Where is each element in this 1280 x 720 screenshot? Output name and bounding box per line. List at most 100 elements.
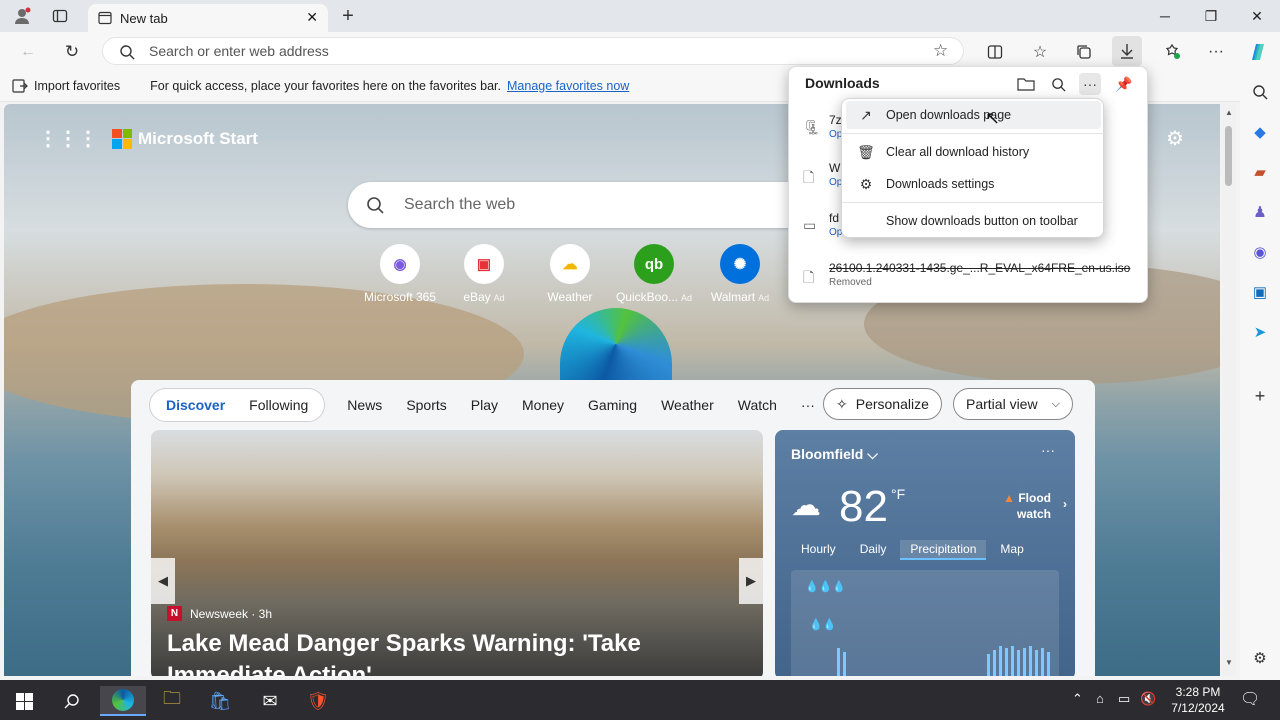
weather-icon: ☁ (550, 244, 590, 284)
quick-link-walmart[interactable]: ✺ Walmart Ad (698, 244, 782, 304)
network-icon[interactable]: ▭ (1118, 691, 1130, 707)
weather-tab-daily[interactable]: Daily (850, 540, 897, 560)
sidebar-settings-icon[interactable]: ⚙ (1248, 646, 1272, 670)
weather-card[interactable]: Bloomfield ⌵ ··· ☁ 82 °F ▲ Flood watch ›… (775, 430, 1075, 676)
quick-link-weather[interactable]: ☁ Weather (528, 244, 612, 304)
pin-icon[interactable]: 📌 (1113, 73, 1135, 95)
sidebar-drop-icon[interactable]: ➤ (1248, 320, 1272, 344)
open-downloads-page-item[interactable]: ↗ Open downloads page (846, 101, 1101, 129)
favorites-icon[interactable]: ☆ (1028, 40, 1052, 64)
scrollbar-thumb[interactable] (1225, 126, 1232, 186)
sidebar-search-icon[interactable] (1248, 80, 1272, 104)
precipitation-bar (993, 650, 996, 676)
close-tab-icon[interactable]: ✕ (306, 9, 318, 26)
start-button[interactable] (4, 686, 44, 716)
taskbar-edge-icon[interactable] (100, 686, 146, 716)
download-item[interactable]: 🗋 26100.1.240331-1435.ge_...R_EVAL_x64FR… (803, 259, 1133, 299)
brand-name[interactable]: Microsoft Start (138, 129, 258, 149)
notifications-icon[interactable]: 🗨 (1240, 689, 1260, 709)
weather-location[interactable]: Bloomfield ⌵ (791, 446, 878, 463)
sidebar-shopping-icon[interactable]: ◆ (1248, 120, 1272, 144)
layout-view-dropdown[interactable]: Partial view ⌵ (953, 388, 1073, 420)
scroll-up-icon[interactable]: ▲ (1225, 108, 1233, 117)
tab-discover[interactable]: Discover (154, 397, 237, 413)
weather-tab-map[interactable]: Map (990, 540, 1033, 560)
quick-link-quickbooks[interactable]: qb QuickBoo... Ad (612, 244, 696, 304)
open-folder-icon[interactable] (1015, 73, 1037, 95)
scroll-down-icon[interactable]: ▼ (1225, 658, 1233, 667)
copilot-icon[interactable] (1246, 40, 1270, 64)
title-bar: New tab ✕ + ─ ❐ ✕ (0, 0, 1280, 32)
import-favorites-button[interactable]: Import favorites (12, 79, 120, 93)
tab-actions-icon[interactable] (50, 6, 70, 26)
web-search-box[interactable]: Search the web (348, 182, 818, 228)
category-sports[interactable]: Sports (394, 397, 458, 413)
precipitation-bar (1011, 646, 1014, 676)
taskbar-mail-icon[interactable]: ✉ (250, 686, 290, 716)
restore-button[interactable]: ❐ (1188, 4, 1234, 28)
taskbar-search-icon[interactable] (52, 686, 92, 716)
close-window-button[interactable]: ✕ (1234, 4, 1280, 28)
back-button[interactable]: ← (16, 40, 40, 64)
show-downloads-button-item[interactable]: Show downloads button on toolbar (846, 207, 1101, 235)
ad-label: Ad (758, 293, 770, 303)
volume-muted-icon[interactable]: 🔇 (1140, 691, 1156, 707)
taskbar-store-icon[interactable]: 🛍 (200, 686, 240, 716)
carousel-prev-button[interactable]: ◀ (151, 558, 175, 604)
quickbooks-icon: qb (634, 244, 674, 284)
new-tab-button[interactable]: + (338, 5, 358, 27)
page-scrollbar[interactable]: ▲ ▼ (1222, 104, 1236, 676)
tab-following[interactable]: Following (237, 397, 320, 413)
quick-link-ebay[interactable]: ▣ eBay Ad (442, 244, 526, 304)
category-watch[interactable]: Watch (726, 397, 789, 413)
tray-device-icon[interactable]: ⌂ (1096, 691, 1104, 706)
show-hidden-icons-icon[interactable]: ⌃ (1072, 691, 1083, 707)
profile-icon[interactable] (12, 6, 32, 26)
downloads-settings-item[interactable]: ⚙ Downloads settings (846, 170, 1101, 198)
carousel-next-button[interactable]: ▶ (739, 558, 763, 604)
category-news[interactable]: News (335, 397, 394, 413)
collections-icon[interactable] (1072, 40, 1096, 64)
refresh-button[interactable]: ↻ (60, 40, 84, 64)
manage-favorites-link[interactable]: Manage favorites now (507, 79, 629, 93)
address-bar[interactable]: Search or enter web address ☆ (102, 37, 964, 65)
category-money[interactable]: Money (510, 397, 576, 413)
apps-launcher-icon[interactable]: ⋮⋮⋮ (38, 126, 98, 151)
system-clock[interactable]: 3:28 PM 7/12/2024 (1160, 684, 1236, 716)
news-feed: Discover Following News Sports Play Mone… (131, 380, 1095, 676)
weather-tab-hourly[interactable]: Hourly (791, 540, 846, 560)
category-gaming[interactable]: Gaming (576, 397, 649, 413)
taskbar-file-explorer-icon[interactable]: 🗀 (152, 686, 192, 716)
navigation-toolbar: ← ↻ Search or enter web address ☆ ☆ ··· (0, 32, 1280, 70)
clear-download-history-item[interactable]: 🗑 Clear all download history (846, 138, 1101, 166)
open-external-icon: ↗ (860, 106, 872, 123)
tab-new-tab[interactable]: New tab ✕ (88, 4, 328, 32)
downloads-button[interactable] (1112, 36, 1142, 66)
weather-more-icon[interactable]: ··· (1041, 442, 1055, 458)
sidebar-outlook-icon[interactable]: ▣ (1248, 280, 1272, 304)
more-categories-button[interactable]: ··· (789, 397, 827, 413)
weather-tab-precipitation[interactable]: Precipitation (900, 540, 987, 560)
minimize-button[interactable]: ─ (1142, 4, 1188, 28)
favorite-star-icon[interactable]: ☆ (933, 41, 948, 61)
more-options-icon[interactable]: ··· (1204, 40, 1228, 64)
page-settings-icon[interactable]: ⚙ (1166, 126, 1184, 151)
sidebar-microsoft-365-icon[interactable]: ◉ (1248, 240, 1272, 264)
split-screen-icon[interactable] (983, 40, 1007, 64)
personalize-button[interactable]: ✧ Personalize (823, 388, 942, 420)
quick-link-microsoft-365[interactable]: ◉ Microsoft 365 (358, 244, 442, 304)
category-play[interactable]: Play (459, 397, 510, 413)
downloads-more-icon[interactable]: ··· (1079, 73, 1101, 95)
article-card[interactable]: ◀ ▶ N Newsweek · 3h Lake Mead Danger Spa… (151, 430, 763, 676)
weather-unit: °F (891, 486, 906, 502)
search-downloads-icon[interactable] (1047, 73, 1069, 95)
menu-item-label: Clear all download history (886, 145, 1030, 159)
article-headline[interactable]: Lake Mead Danger Sparks Warning: 'Take I… (167, 628, 757, 676)
browser-essentials-icon[interactable] (1160, 40, 1184, 64)
sidebar-tools-icon[interactable]: ▰ (1248, 160, 1272, 184)
taskbar-brave-icon[interactable]: 🛡 (298, 686, 338, 716)
category-weather[interactable]: Weather (649, 397, 726, 413)
sidebar-games-icon[interactable]: ♟ (1248, 200, 1272, 224)
sidebar-add-icon[interactable]: + (1248, 384, 1272, 408)
weather-alert[interactable]: ▲ Flood watch › (997, 490, 1069, 522)
